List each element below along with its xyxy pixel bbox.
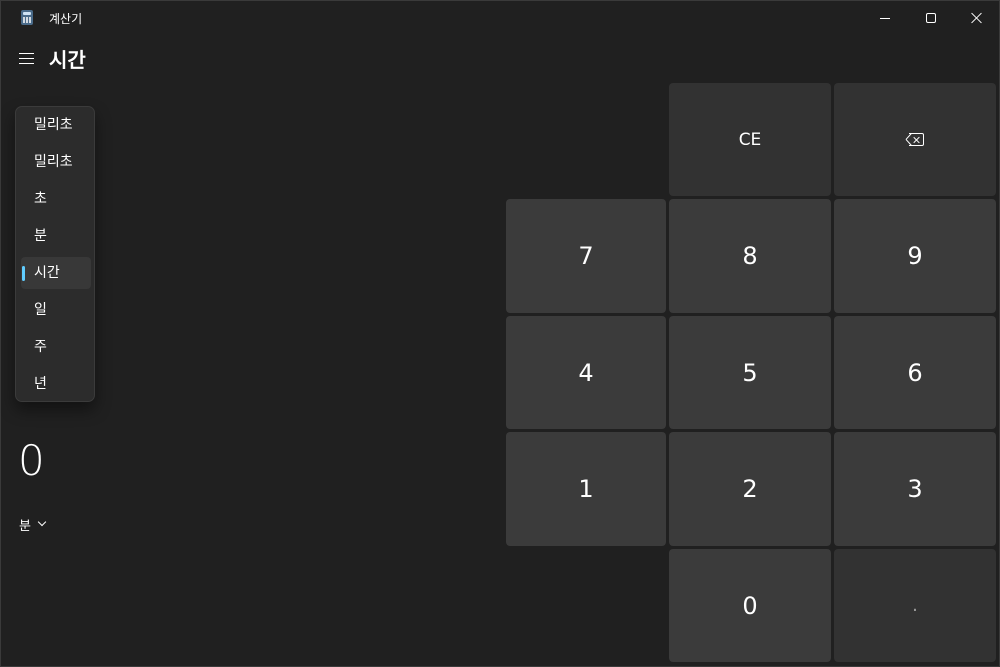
digit-3-button[interactable]: 3 — [834, 432, 996, 546]
unit-option-years[interactable]: 년 — [21, 368, 91, 400]
backspace-icon — [905, 133, 925, 147]
maximize-button[interactable] — [908, 1, 954, 35]
digit-1-button[interactable]: 1 — [506, 432, 666, 546]
decimal-button[interactable]: . — [834, 549, 996, 662]
digit-6-button[interactable]: 6 — [834, 316, 996, 429]
clear-entry-button[interactable]: CE — [669, 83, 831, 196]
unit-option-days[interactable]: 일 — [21, 294, 91, 326]
title-bar[interactable]: 계산기 — [1, 1, 1000, 35]
unit-option-milliseconds[interactable]: 밀리초 — [21, 146, 91, 178]
unit-option-milliseconds[interactable]: 밀리초 — [21, 109, 91, 141]
digit-8-button[interactable]: 8 — [669, 199, 831, 313]
close-button[interactable] — [954, 1, 1000, 35]
digit-7-button[interactable]: 7 — [506, 199, 666, 313]
selection-indicator — [22, 266, 25, 281]
minimize-icon — [880, 17, 890, 19]
backspace-button[interactable] — [834, 83, 996, 196]
hamburger-menu-icon[interactable] — [11, 43, 41, 73]
maximize-icon — [926, 13, 936, 23]
digit-2-button[interactable]: 2 — [669, 432, 831, 546]
output-unit-select[interactable]: 분 — [13, 511, 51, 537]
digit-0-button[interactable]: 0 — [669, 549, 831, 662]
close-icon — [971, 12, 983, 24]
unit-option-minutes[interactable]: 분 — [21, 220, 91, 252]
calculator-window: 계산기 시간 0 분 밀리초 밀리초 초 분 시간 일 주 년 CE 7 8 9… — [0, 0, 1000, 667]
output-value: 0 — [18, 436, 45, 485]
digit-5-button[interactable]: 5 — [669, 316, 831, 429]
unit-option-weeks[interactable]: 주 — [21, 331, 91, 363]
app-title: 계산기 — [49, 12, 83, 26]
output-unit-label: 분 — [19, 518, 31, 534]
minimize-button[interactable] — [862, 1, 908, 35]
chevron-down-icon — [37, 517, 47, 527]
unit-option-hours[interactable]: 시간 — [21, 257, 91, 289]
calculator-icon — [21, 10, 33, 25]
unit-option-seconds[interactable]: 초 — [21, 183, 91, 215]
page-title: 시간 — [49, 48, 86, 72]
unit-option-hours-label: 시간 — [34, 265, 60, 281]
digit-9-button[interactable]: 9 — [834, 199, 996, 313]
unit-dropdown-list: 밀리초 밀리초 초 분 시간 일 주 년 — [15, 106, 95, 402]
digit-4-button[interactable]: 4 — [506, 316, 666, 429]
